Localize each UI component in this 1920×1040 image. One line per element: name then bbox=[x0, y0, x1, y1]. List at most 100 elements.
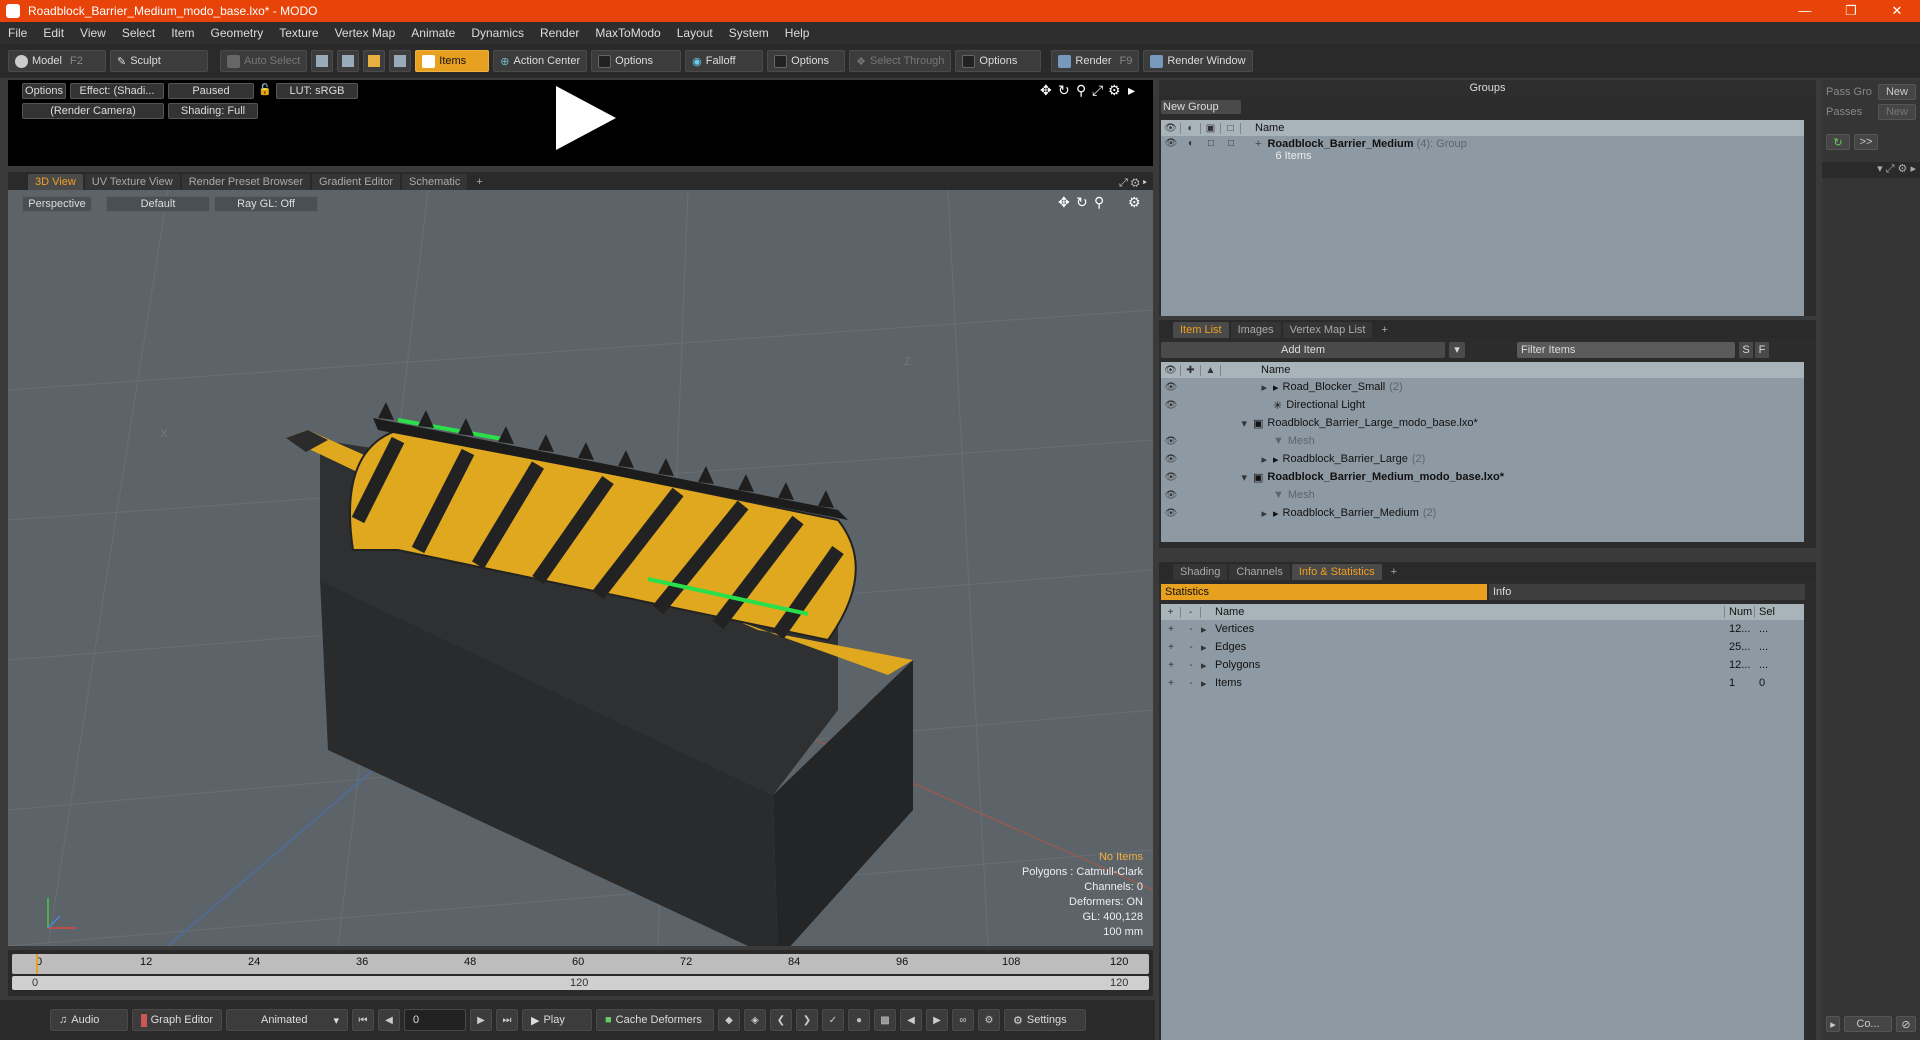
eye-icon[interactable]: 👁 bbox=[1161, 508, 1181, 519]
prev-frame-icon[interactable]: ◀ bbox=[900, 1009, 922, 1031]
menu-texture[interactable]: Texture bbox=[271, 26, 326, 40]
tab-images[interactable]: Images bbox=[1230, 322, 1281, 338]
skip-start-icon[interactable]: ⏮ bbox=[352, 1009, 374, 1031]
tab-3d-view[interactable]: 3D View bbox=[28, 174, 83, 190]
close-icon[interactable]: ✕ bbox=[1874, 3, 1920, 19]
table-row[interactable]: + - ▸ Edges 25... ... bbox=[1161, 638, 1804, 656]
remove-icon[interactable]: - bbox=[1181, 624, 1201, 635]
menu-view[interactable]: View bbox=[72, 26, 114, 40]
menu-file[interactable]: File bbox=[0, 26, 35, 40]
sidebar-expand-icon[interactable]: ▸ bbox=[1826, 1016, 1840, 1032]
menu-system[interactable]: System bbox=[721, 26, 777, 40]
zoom-icon[interactable]: ⚲ bbox=[1076, 82, 1086, 99]
no-entry-icon[interactable]: ⊘ bbox=[1896, 1016, 1916, 1032]
tab-item-list[interactable]: Item List bbox=[1173, 322, 1229, 338]
timeline[interactable]: 0 12 24 36 48 60 72 84 96 108 120 0 120 … bbox=[8, 950, 1153, 996]
add-icon[interactable]: + bbox=[1161, 678, 1181, 689]
preview-shading-dropdown[interactable]: Shading: Full bbox=[168, 103, 258, 119]
sculpt-mode-button[interactable]: ✎ Sculpt bbox=[110, 50, 208, 72]
raygl-dropdown[interactable]: Ray GL: Off bbox=[214, 196, 318, 212]
add-item-button[interactable]: Add Item bbox=[1161, 342, 1445, 358]
collapse-icon[interactable]: ▾ bbox=[1181, 417, 1253, 430]
table-row[interactable]: + - ▸ Vertices 12... ... bbox=[1161, 620, 1804, 638]
menu-maxtomodo[interactable]: MaxToModo bbox=[587, 26, 668, 40]
menu-edit[interactable]: Edit bbox=[35, 26, 72, 40]
table-row[interactable]: + - ▸ Polygons 12... ... bbox=[1161, 656, 1804, 674]
viewport-pan-icon[interactable]: ✥ bbox=[1058, 194, 1070, 211]
next-key-icon[interactable]: ❯ bbox=[796, 1009, 818, 1031]
group-lock-icon[interactable]: □ bbox=[1201, 138, 1221, 149]
viewport-rotate-icon[interactable]: ↻ bbox=[1076, 194, 1088, 211]
add-icon[interactable]: + bbox=[1161, 624, 1181, 635]
group-select-icon[interactable]: □ bbox=[1221, 138, 1241, 149]
new-group-button[interactable]: New Group bbox=[1161, 100, 1241, 114]
rotate-icon[interactable]: ↻ bbox=[1058, 82, 1070, 99]
graph-editor-button[interactable]: Graph Editor bbox=[132, 1009, 222, 1031]
filter-s-button[interactable]: S bbox=[1739, 342, 1753, 358]
more-button[interactable]: >> bbox=[1854, 134, 1878, 150]
cache-deformers-button[interactable]: ■ Cache Deformers bbox=[596, 1009, 714, 1031]
polygons-mode-icon[interactable] bbox=[363, 50, 386, 72]
statistics-tab[interactable]: Statistics bbox=[1161, 584, 1487, 600]
menu-layout[interactable]: Layout bbox=[669, 26, 721, 40]
add-info-tab-button[interactable]: + bbox=[1384, 564, 1404, 580]
action-center-options-button[interactable]: Options bbox=[591, 50, 682, 72]
tab-channels[interactable]: Channels bbox=[1229, 564, 1290, 580]
channel-icon[interactable]: ⚙ bbox=[978, 1009, 1000, 1031]
expand-right-icon[interactable]: ▸ bbox=[1181, 381, 1273, 394]
eye-icon[interactable]: 👁 bbox=[1161, 454, 1181, 465]
filter-f-button[interactable]: F bbox=[1755, 342, 1769, 358]
eye-icon[interactable]: 👁 bbox=[1161, 400, 1181, 411]
list-item[interactable]: 👁 ▾ ▣ Roadblock_Barrier_Medium_modo_base… bbox=[1161, 468, 1804, 486]
group-row[interactable]: 👁 ◐ □ □ + Roadblock_Barrier_Medium (4): … bbox=[1161, 136, 1804, 168]
audio-button[interactable]: ♫ Audio bbox=[50, 1009, 128, 1031]
maximize-icon[interactable]: ❐ bbox=[1828, 3, 1874, 19]
next-frame-icon[interactable]: ▶ bbox=[926, 1009, 948, 1031]
table-row[interactable]: + - ▸ Items 1 0 bbox=[1161, 674, 1804, 692]
fit-icon[interactable]: ⤢ bbox=[1092, 82, 1103, 99]
add-item-tab-button[interactable]: + bbox=[1374, 322, 1394, 338]
list-item[interactable]: 👁 ▸ ▸ Roadblock_Barrier_Medium (2) bbox=[1161, 504, 1804, 522]
new-pass-group-button[interactable]: New bbox=[1878, 84, 1916, 100]
perspective-dropdown[interactable]: Perspective bbox=[22, 196, 92, 212]
gear-icon[interactable]: ⚙ bbox=[1108, 82, 1121, 99]
settings-button[interactable]: ⚙ Settings bbox=[1004, 1009, 1086, 1031]
3d-viewport[interactable]: Perspective Default Ray GL: Off ✥ ↻ ⚲ ⚙ … bbox=[8, 190, 1153, 946]
group-eye-icon[interactable]: 👁 bbox=[1161, 138, 1181, 149]
preview-lut-dropdown[interactable]: LUT: sRGB bbox=[276, 83, 358, 99]
tab-shading[interactable]: Shading bbox=[1173, 564, 1228, 580]
items-mode-button[interactable]: Items bbox=[415, 50, 490, 72]
minimize-icon[interactable]: — bbox=[1782, 3, 1828, 19]
expand-right-icon[interactable]: ▸ bbox=[1201, 659, 1215, 672]
menu-item[interactable]: Item bbox=[163, 26, 202, 40]
tab-vertex-map-list[interactable]: Vertex Map List bbox=[1282, 322, 1373, 338]
preview-effect-dropdown[interactable]: Effect: (Shadi... bbox=[70, 83, 164, 99]
expand-right-icon[interactable]: ▸ bbox=[1201, 623, 1215, 636]
menu-dynamics[interactable]: Dynamics bbox=[463, 26, 532, 40]
remove-icon[interactable]: - bbox=[1181, 660, 1201, 671]
new-pass-button[interactable]: New bbox=[1878, 104, 1916, 120]
menu-help[interactable]: Help bbox=[777, 26, 818, 40]
default-shading-dropdown[interactable]: Default bbox=[106, 196, 210, 212]
list-item[interactable]: ▾ ▣ Roadblock_Barrier_Large_modo_base.lx… bbox=[1161, 414, 1804, 432]
animated-dropdown[interactable]: Animated ▾ bbox=[226, 1009, 348, 1031]
eye-icon[interactable]: 👁 bbox=[1161, 382, 1181, 393]
collapse-icon[interactable]: ▾ bbox=[1181, 471, 1253, 484]
playhead[interactable] bbox=[36, 954, 38, 974]
add-icon[interactable]: + bbox=[1161, 642, 1181, 653]
add-tab-button[interactable]: + bbox=[469, 174, 489, 190]
menu-render[interactable]: Render bbox=[532, 26, 587, 40]
link-icon[interactable]: ∞ bbox=[952, 1009, 974, 1031]
falloff-button[interactable]: ◉ Falloff bbox=[685, 50, 764, 72]
list-item[interactable]: 👁 ✳ Directional Light bbox=[1161, 396, 1804, 414]
preview-paused-button[interactable]: Paused bbox=[168, 83, 254, 99]
viewport-zoom-icon[interactable]: ⚲ bbox=[1094, 194, 1104, 211]
eye-icon[interactable]: 👁 bbox=[1161, 490, 1181, 501]
add-icon[interactable]: + bbox=[1161, 660, 1181, 671]
co-button[interactable]: Co... bbox=[1844, 1016, 1892, 1032]
menu-geometry[interactable]: Geometry bbox=[203, 26, 272, 40]
menu-vertex-map[interactable]: Vertex Map bbox=[327, 26, 404, 40]
eye-icon[interactable]: 👁 bbox=[1161, 436, 1181, 447]
remove-icon[interactable]: - bbox=[1181, 642, 1201, 653]
skip-end-icon[interactable]: ⏭ bbox=[496, 1009, 518, 1031]
